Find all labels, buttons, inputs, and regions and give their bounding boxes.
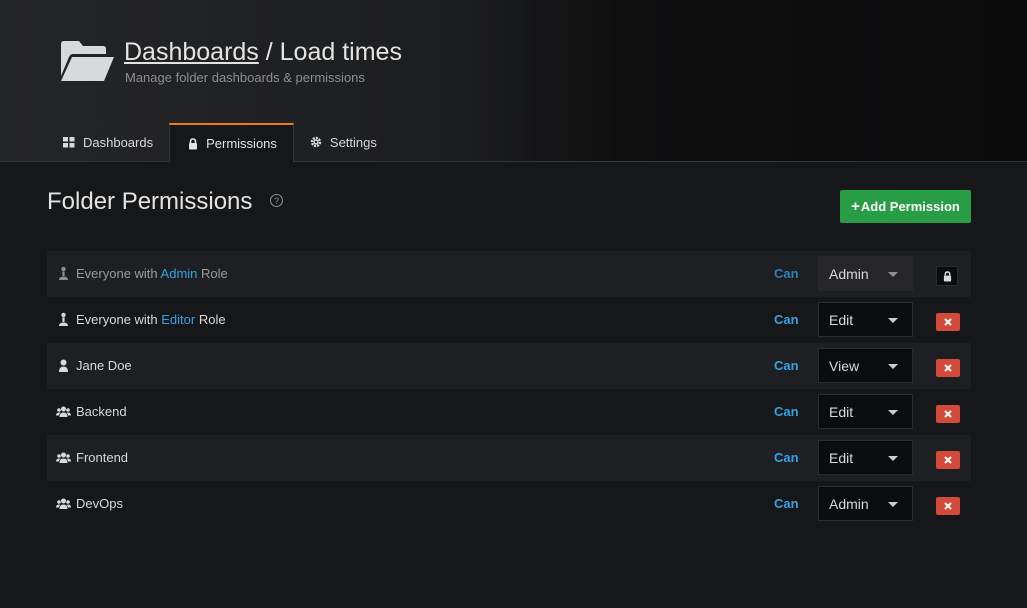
th-large-icon: [63, 136, 75, 147]
permission-level-select[interactable]: Edit: [818, 440, 913, 475]
permission-level-select[interactable]: Edit: [818, 302, 913, 337]
permission-level-select[interactable]: View: [818, 348, 913, 383]
tab-bar: Dashboards Permissions Settings: [47, 123, 393, 162]
permission-level-select[interactable]: Admin: [818, 486, 913, 521]
user-role-icon: [59, 266, 68, 280]
can-label: Can: [774, 358, 799, 373]
close-icon: [944, 318, 952, 326]
permission-row: Everyone with Admin Role Can Admin: [47, 251, 971, 297]
section-title: Folder Permissions: [47, 188, 253, 215]
subject-prefix: Everyone with: [76, 266, 161, 281]
subject-prefix: Everyone with: [76, 312, 162, 327]
tab-label: Settings: [329, 134, 377, 150]
permission-level-value: Admin: [829, 266, 869, 282]
remove-permission-button[interactable]: [936, 405, 960, 423]
breadcrumb-dashboards-link[interactable]: Dashboards: [124, 38, 259, 66]
page-subtitle: Manage folder dashboards & permissions: [125, 70, 365, 85]
permission-row: Jane Doe Can View: [47, 343, 971, 389]
permission-subject: Backend: [76, 404, 127, 419]
permission-level-select[interactable]: Edit: [818, 394, 913, 429]
permission-subject: DevOps: [76, 496, 123, 511]
add-permission-button[interactable]: + Add Permission: [840, 190, 971, 223]
close-icon: [944, 502, 952, 510]
breadcrumb-separator: /: [258, 38, 280, 66]
subject-suffix: Role: [197, 266, 228, 281]
users-icon: [56, 452, 71, 463]
remove-permission-button[interactable]: [936, 451, 960, 469]
locked-indicator: [936, 266, 958, 286]
help-icon[interactable]: ?: [270, 194, 283, 207]
chevron-down-icon: [888, 410, 898, 415]
chevron-down-icon: [888, 456, 898, 461]
users-icon: [56, 406, 71, 417]
permission-level-select: Admin: [818, 256, 913, 291]
add-permission-label: Add Permission: [860, 199, 960, 214]
subject-suffix: Role: [195, 312, 226, 327]
can-label: Can: [774, 496, 799, 511]
permission-row: Backend Can Edit: [47, 389, 971, 435]
tab-label: Dashboards: [83, 134, 154, 150]
permission-row: DevOps Can Admin: [47, 481, 971, 527]
can-label: Can: [774, 266, 799, 281]
chevron-down-icon: [888, 272, 898, 277]
page-header: Dashboards / Load times Manage folder da…: [0, 0, 1027, 162]
permission-subject: Frontend: [76, 450, 129, 465]
can-label: Can: [774, 404, 799, 419]
permission-level-value: Admin: [829, 496, 869, 512]
folder-title: Load times: [279, 38, 402, 66]
role-name: Editor: [161, 312, 196, 327]
chevron-down-icon: [888, 364, 898, 369]
gear-icon: [310, 136, 322, 148]
chevron-down-icon: [888, 502, 898, 507]
folder-open-icon: [61, 41, 114, 81]
users-icon: [56, 498, 71, 509]
permission-level-value: Edit: [829, 404, 854, 420]
permission-row: Frontend Can Edit: [47, 435, 971, 481]
page-title: Dashboards / Load times: [124, 38, 402, 67]
remove-permission-button[interactable]: [936, 313, 960, 331]
tab-settings[interactable]: Settings: [294, 123, 393, 161]
tab-dashboards[interactable]: Dashboards: [47, 123, 169, 161]
permission-level-value: Edit: [829, 312, 854, 328]
user-icon: [59, 359, 68, 372]
lock-icon: [189, 137, 198, 149]
permission-subject: Everyone with Editor Role: [76, 312, 226, 327]
role-name: Admin: [160, 266, 198, 281]
tab-permissions[interactable]: Permissions: [169, 123, 294, 162]
close-icon: [944, 456, 952, 464]
can-label: Can: [774, 312, 799, 327]
permission-row: Everyone with Editor Role Can Edit: [47, 297, 971, 343]
permission-subject: Jane Doe: [76, 358, 132, 373]
remove-permission-button[interactable]: [936, 359, 960, 377]
remove-permission-button[interactable]: [936, 497, 960, 515]
permission-level-value: View: [829, 358, 860, 374]
tab-label: Permissions: [206, 136, 277, 151]
lock-icon: [943, 270, 951, 281]
permission-subject: Everyone with Admin Role: [76, 266, 228, 281]
plus-icon: +: [851, 198, 860, 215]
close-icon: [944, 364, 952, 372]
close-icon: [944, 410, 952, 418]
permission-level-value: Edit: [829, 450, 854, 466]
user-role-icon: [59, 312, 68, 326]
permissions-list: Everyone with Admin Role Can Admin Every…: [47, 251, 971, 527]
chevron-down-icon: [888, 318, 898, 323]
can-label: Can: [774, 450, 799, 465]
